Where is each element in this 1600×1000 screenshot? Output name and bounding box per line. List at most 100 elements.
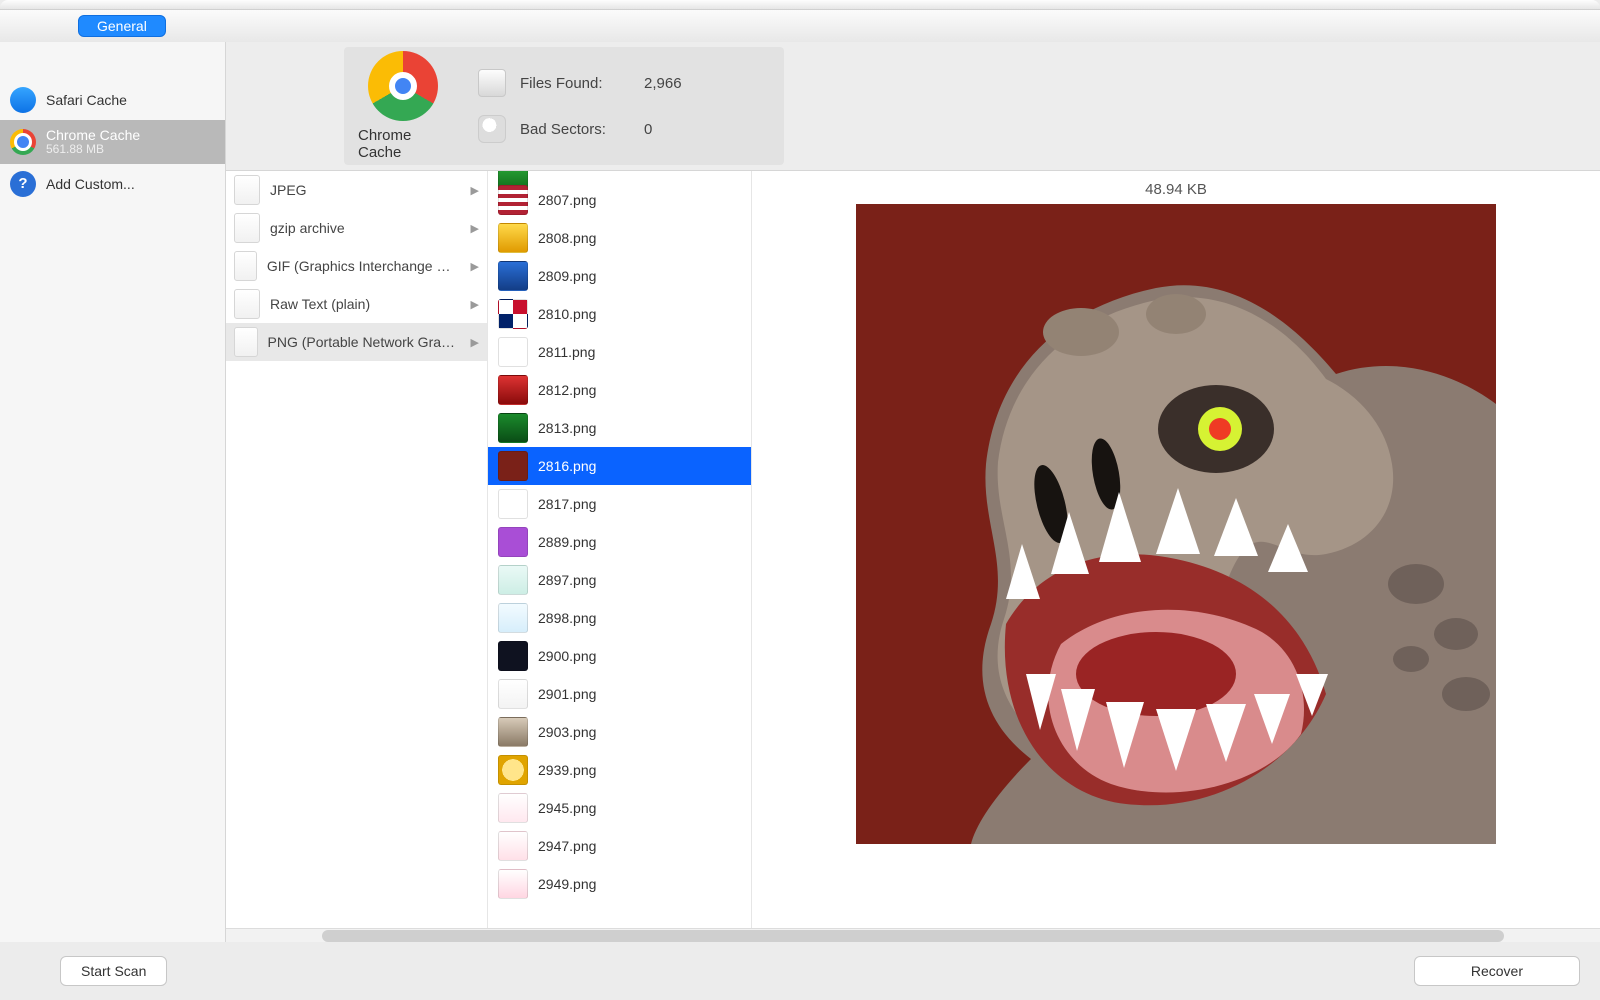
file-column[interactable]: 2807.png 2808.png 2809.png 2810.png2811.png… (488, 171, 752, 928)
file-row[interactable]: 2947.png (488, 827, 751, 865)
bad-sectors-row: Bad Sectors: 0 (478, 115, 682, 143)
file-thumb (498, 565, 528, 595)
file-label: 2808.png (538, 230, 596, 246)
file-thumb (498, 185, 528, 215)
dinosaur-illustration (856, 204, 1496, 844)
file-row[interactable]: 2945.png (488, 789, 751, 827)
file-row[interactable]: 2810.png (488, 295, 751, 333)
file-row[interactable]: 2807.png (488, 181, 751, 219)
file-row[interactable]: 2900.png (488, 637, 751, 675)
file-row[interactable]: 2811.png (488, 333, 751, 371)
type-row[interactable]: PNG (Portable Network Graphics)▶ (226, 323, 487, 361)
file-label: 2898.png (538, 610, 596, 626)
chevron-right-icon: ▶ (471, 184, 479, 197)
bad-sectors-value: 0 (644, 121, 652, 138)
file-label: 2949.png (538, 876, 596, 892)
chevron-right-icon: ▶ (471, 336, 479, 349)
file-label: 2947.png (538, 838, 596, 854)
file-thumb (498, 717, 528, 747)
files-found-row: Files Found: 2,966 (478, 69, 682, 97)
fragment-icon (478, 115, 506, 143)
file-row[interactable]: 2939.png (488, 751, 751, 789)
file-thumb (498, 261, 528, 291)
safari-icon (10, 87, 36, 113)
horizontal-scrollbar[interactable] (226, 928, 1600, 942)
file-thumb (498, 831, 528, 861)
main-body: Safari Cache Chrome Cache 561.88 MB ? Ad… (0, 42, 1600, 942)
window-titlebar[interactable] (0, 0, 1600, 10)
file-row[interactable]: 2901.png (488, 675, 751, 713)
file-row[interactable]: 2903.png (488, 713, 751, 751)
file-row[interactable] (488, 171, 751, 181)
file-label: 2900.png (538, 648, 596, 664)
chevron-right-icon: ▶ (471, 260, 479, 273)
chevron-right-icon: ▶ (471, 222, 479, 235)
recover-button[interactable]: Recover (1414, 956, 1580, 986)
file-thumb (498, 299, 528, 329)
chevron-right-icon: ▶ (471, 298, 479, 311)
file-thumb (498, 755, 528, 785)
file-row[interactable]: 2809.png (488, 257, 751, 295)
sidebar-item-sublabel: 561.88 MB (46, 143, 140, 157)
file-label: 2901.png (538, 686, 596, 702)
file-row[interactable]: 2889.png (488, 523, 751, 561)
type-row[interactable]: Raw Text (plain) ▶ (226, 285, 487, 323)
file-row[interactable]: 2808.png (488, 219, 751, 257)
file-row[interactable]: 2817.png (488, 485, 751, 523)
filetype-icon (234, 289, 260, 319)
type-column[interactable]: JPEG▶gzip archive▶GIF (Graphics Intercha… (226, 171, 488, 928)
sidebar-item-safari-cache[interactable]: Safari Cache (0, 80, 225, 120)
file-label: 2903.png (538, 724, 596, 740)
file-label: 2897.png (538, 572, 596, 588)
filetype-icon (234, 327, 258, 357)
toolbar-segment-general[interactable]: General (78, 15, 166, 37)
sidebar: Safari Cache Chrome Cache 561.88 MB ? Ad… (0, 42, 226, 942)
filetype-icon (234, 251, 257, 281)
sidebar-item-label: Add Custom... (46, 176, 135, 192)
file-label: 2807.png (538, 192, 596, 208)
source-label: Chrome Cache (358, 127, 448, 161)
type-label: Raw Text (plain) (270, 296, 457, 312)
file-thumb (498, 679, 528, 709)
browser-columns: JPEG▶gzip archive▶GIF (Graphics Intercha… (226, 170, 1600, 928)
scan-summary-card: Chrome Cache Files Found: 2,966 Bad Sect… (344, 47, 784, 165)
file-label: 2812.png (538, 382, 596, 398)
file-label: 2945.png (538, 800, 596, 816)
file-label: 2816.png (538, 458, 596, 474)
app-window: General Safari Cache Chrome Cache 561.88… (0, 0, 1600, 1000)
disk-icon (478, 69, 506, 97)
file-thumb (498, 223, 528, 253)
scrollbar-thumb[interactable] (322, 930, 1504, 942)
type-label: JPEG (270, 182, 457, 198)
sidebar-item-add-custom[interactable]: ? Add Custom... (0, 164, 225, 204)
file-label: 2939.png (538, 762, 596, 778)
type-label: gzip archive (270, 220, 457, 236)
sidebar-item-chrome-cache[interactable]: Chrome Cache 561.88 MB (0, 120, 225, 164)
file-row[interactable]: 2897.png (488, 561, 751, 599)
help-circle-icon: ? (10, 171, 36, 197)
file-row[interactable]: 2949.png (488, 865, 751, 903)
file-thumb (498, 869, 528, 899)
filetype-icon (234, 175, 260, 205)
file-row[interactable]: 2812.png (488, 371, 751, 409)
filetype-icon (234, 213, 260, 243)
file-row[interactable]: 2816.png (488, 447, 751, 485)
file-thumb (498, 641, 528, 671)
type-row[interactable]: GIF (Graphics Interchange Format)▶ (226, 247, 487, 285)
file-label: 2809.png (538, 268, 596, 284)
file-thumb (498, 527, 528, 557)
preview-image (856, 204, 1496, 844)
type-row[interactable]: gzip archive ▶ (226, 209, 487, 247)
file-label: 2889.png (538, 534, 596, 550)
type-row[interactable]: JPEG ▶ (226, 171, 487, 209)
file-thumb (498, 375, 528, 405)
file-row[interactable]: 2898.png (488, 599, 751, 637)
sidebar-list: Safari Cache Chrome Cache 561.88 MB ? Ad… (0, 42, 225, 942)
sidebar-item-label: Chrome Cache (46, 127, 140, 143)
file-thumb (498, 337, 528, 367)
start-scan-button[interactable]: Start Scan (60, 956, 167, 986)
main-panel: Chrome Cache Files Found: 2,966 Bad Sect… (226, 42, 1600, 942)
chrome-icon (368, 51, 438, 121)
chrome-icon (10, 129, 36, 155)
file-row[interactable]: 2813.png (488, 409, 751, 447)
